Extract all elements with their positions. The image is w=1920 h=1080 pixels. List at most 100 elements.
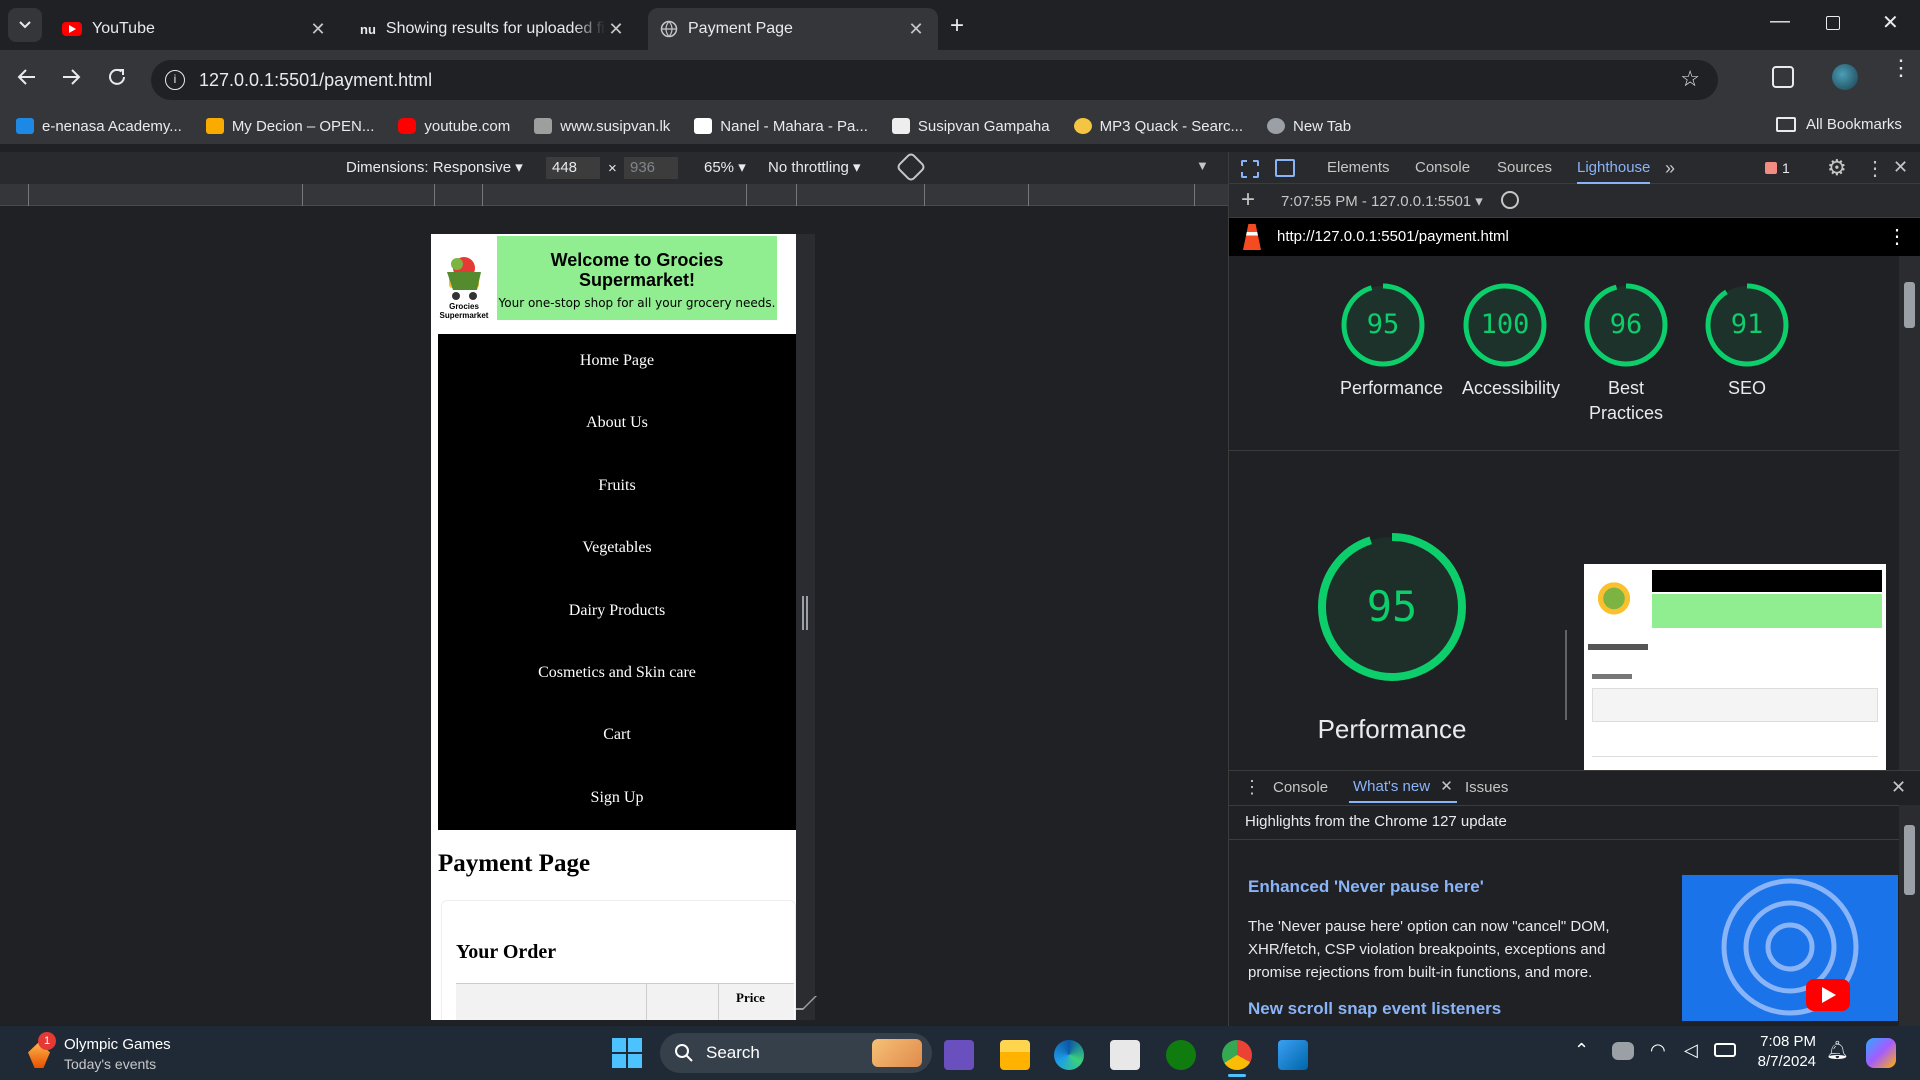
bookmark-icon <box>534 118 553 134</box>
close-icon[interactable]: ✕ <box>606 19 626 40</box>
close-icon[interactable]: ✕ <box>906 19 926 40</box>
height-input[interactable]: 936 <box>624 157 678 179</box>
restore-button[interactable] <box>1826 16 1840 30</box>
welcome-heading: Welcome to Grocies Supermarket! <box>550 250 724 290</box>
bookmark-youtube[interactable]: youtube.com <box>398 118 510 135</box>
tab-youtube[interactable]: YouTube ✕ <box>50 8 340 50</box>
close-icon[interactable]: ✕ <box>1440 778 1453 795</box>
report-selector[interactable]: 7:07:55 PM - 127.0.0.1:5501 ▾ <box>1281 192 1483 210</box>
avatar[interactable] <box>1832 64 1858 90</box>
reload-button[interactable] <box>106 66 128 88</box>
clock[interactable]: 7:08 PM 8/7/2024 <box>1752 1032 1816 1072</box>
report-menu-icon[interactable]: ⋮ <box>1887 224 1907 249</box>
forward-button[interactable] <box>60 66 82 88</box>
bookmark-susipvan-gampaha[interactable]: Susipvan Gampaha <box>891 118 1050 135</box>
volume-icon[interactable]: ◁ <box>1684 1040 1698 1061</box>
device-options-button[interactable]: ▼ <box>1196 158 1209 173</box>
article-title-scroll-snap[interactable]: New scroll snap event listeners <box>1248 999 1501 1019</box>
weather-widget[interactable]: 1 Olympic Games Today's events <box>26 1032 216 1076</box>
dimensions-select[interactable]: Dimensions: Responsive ▾ <box>346 158 523 176</box>
clear-icon[interactable] <box>1501 191 1519 209</box>
tab-sources[interactable]: Sources <box>1497 152 1552 184</box>
drawer-tab-console[interactable]: Console <box>1273 779 1328 796</box>
vscode-icon[interactable] <box>1278 1040 1308 1070</box>
close-window-button[interactable]: ✕ <box>1882 10 1899 35</box>
bookmark-new-tab[interactable]: New Tab <box>1267 118 1351 135</box>
bookmark-nanel[interactable]: Nanel - Mahara - Pa... <box>694 118 868 135</box>
tab-lighthouse[interactable]: Lighthouse <box>1577 152 1651 184</box>
resize-handle-right[interactable] <box>802 596 808 630</box>
xbox-icon[interactable] <box>1166 1040 1196 1070</box>
throttling-select[interactable]: No throttling ▾ <box>768 158 861 176</box>
devtools-menu-icon[interactable]: ⋮ <box>1865 156 1885 181</box>
nav-signup[interactable]: Sign Up <box>438 789 796 807</box>
close-devtools-icon[interactable]: ✕ <box>1893 157 1908 178</box>
tray-network-alert-icon[interactable] <box>1612 1042 1634 1060</box>
tab-console[interactable]: Console <box>1415 152 1470 184</box>
nav-vegetables[interactable]: Vegetables <box>438 539 796 557</box>
menu-icon[interactable]: ⋮ <box>1890 57 1912 79</box>
active-app-indicator <box>1228 1074 1246 1077</box>
url-text: 127.0.0.1:5501/payment.html <box>199 69 433 90</box>
drawer-tab-issues[interactable]: Issues <box>1465 779 1508 796</box>
drawer-tab-whats-new[interactable]: What's new ✕ <box>1349 771 1457 803</box>
big-score-value: 95 <box>1366 582 1418 631</box>
bookmark-my-decion[interactable]: My Decion – OPEN... <box>205 118 374 135</box>
extensions-icon[interactable] <box>1772 66 1794 88</box>
minimize-button[interactable]: — <box>1770 10 1790 33</box>
article-body-never-pause: The 'Never pause here' option can now "c… <box>1248 918 1610 981</box>
drawer-scrollbar[interactable] <box>1899 805 1920 1027</box>
bookmark-icon <box>891 118 910 134</box>
bookmark-enenasa[interactable]: e-nenasa Academy... <box>16 118 182 135</box>
nav-about[interactable]: About Us <box>438 414 796 432</box>
close-icon[interactable]: ✕ <box>308 19 328 40</box>
bookmark-mp3quack[interactable]: MP3 Quack - Searc... <box>1073 118 1243 135</box>
tab-payment-page[interactable]: Payment Page ✕ <box>648 8 938 50</box>
zoom-select[interactable]: 65% ▾ <box>704 158 746 176</box>
nu-icon: nu <box>360 21 376 37</box>
bookmark-susipvan[interactable]: www.susipvan.lk <box>534 118 670 135</box>
battery-icon[interactable] <box>1714 1043 1736 1057</box>
tab-search-button[interactable] <box>8 8 42 42</box>
nav-dairy[interactable]: Dairy Products <box>438 602 796 620</box>
tray-chevron-icon[interactable]: ⌃ <box>1574 1040 1589 1061</box>
start-button[interactable] <box>612 1038 642 1068</box>
drawer-divider <box>1229 839 1899 840</box>
settings-gear-icon[interactable]: ⚙ <box>1827 155 1847 181</box>
width-input[interactable]: 448 <box>546 157 600 179</box>
article-title-never-pause[interactable]: Enhanced 'Never pause here' <box>1248 877 1484 897</box>
new-report-icon[interactable]: + <box>1241 186 1255 214</box>
tab-search-results[interactable]: nu Showing results for uploaded fi ✕ <box>348 8 638 50</box>
device-toggle-icon[interactable] <box>1275 159 1295 177</box>
close-drawer-icon[interactable]: ✕ <box>1891 777 1906 798</box>
nav-cosmetics[interactable]: Cosmetics and Skin care <box>438 664 796 682</box>
wifi-icon[interactable]: ◠ <box>1650 1040 1666 1061</box>
drawer-menu-icon[interactable]: ⋮ <box>1243 777 1261 798</box>
taskbar-search[interactable]: Search <box>660 1033 932 1073</box>
new-tab-button[interactable]: + <box>950 12 964 40</box>
nav-cart[interactable]: Cart <box>438 726 796 744</box>
address-bar[interactable]: i 127.0.0.1:5501/payment.html ☆ <box>151 60 1718 100</box>
video-thumbnail[interactable] <box>1682 875 1898 1021</box>
tab-elements[interactable]: Elements <box>1327 152 1390 184</box>
score-label: Best Practices <box>1588 378 1664 423</box>
issues-badge[interactable]: 1 <box>1765 160 1790 176</box>
store-icon[interactable] <box>1110 1040 1140 1070</box>
nav-home[interactable]: Home Page <box>438 352 796 370</box>
all-bookmarks[interactable]: All Bookmarks <box>1776 116 1902 133</box>
bookmark-icon <box>694 118 713 134</box>
notification-bell-icon[interactable]: 🔔︎ <box>1826 1040 1849 1061</box>
chrome-icon[interactable] <box>1222 1040 1252 1070</box>
back-button[interactable] <box>16 66 38 88</box>
file-explorer-icon[interactable] <box>1000 1040 1030 1070</box>
tab-title: YouTube <box>92 20 155 37</box>
app-icon-purple[interactable] <box>944 1040 974 1070</box>
more-tabs-icon[interactable]: » <box>1665 158 1675 179</box>
star-icon[interactable]: ☆ <box>1680 66 1700 92</box>
inspect-icon[interactable] <box>1241 160 1259 178</box>
report-scrollbar[interactable] <box>1899 256 1920 770</box>
copilot-icon[interactable] <box>1866 1038 1896 1068</box>
site-info-icon[interactable]: i <box>165 70 185 90</box>
edge-icon[interactable] <box>1054 1040 1084 1070</box>
nav-fruits[interactable]: Fruits <box>438 477 796 495</box>
